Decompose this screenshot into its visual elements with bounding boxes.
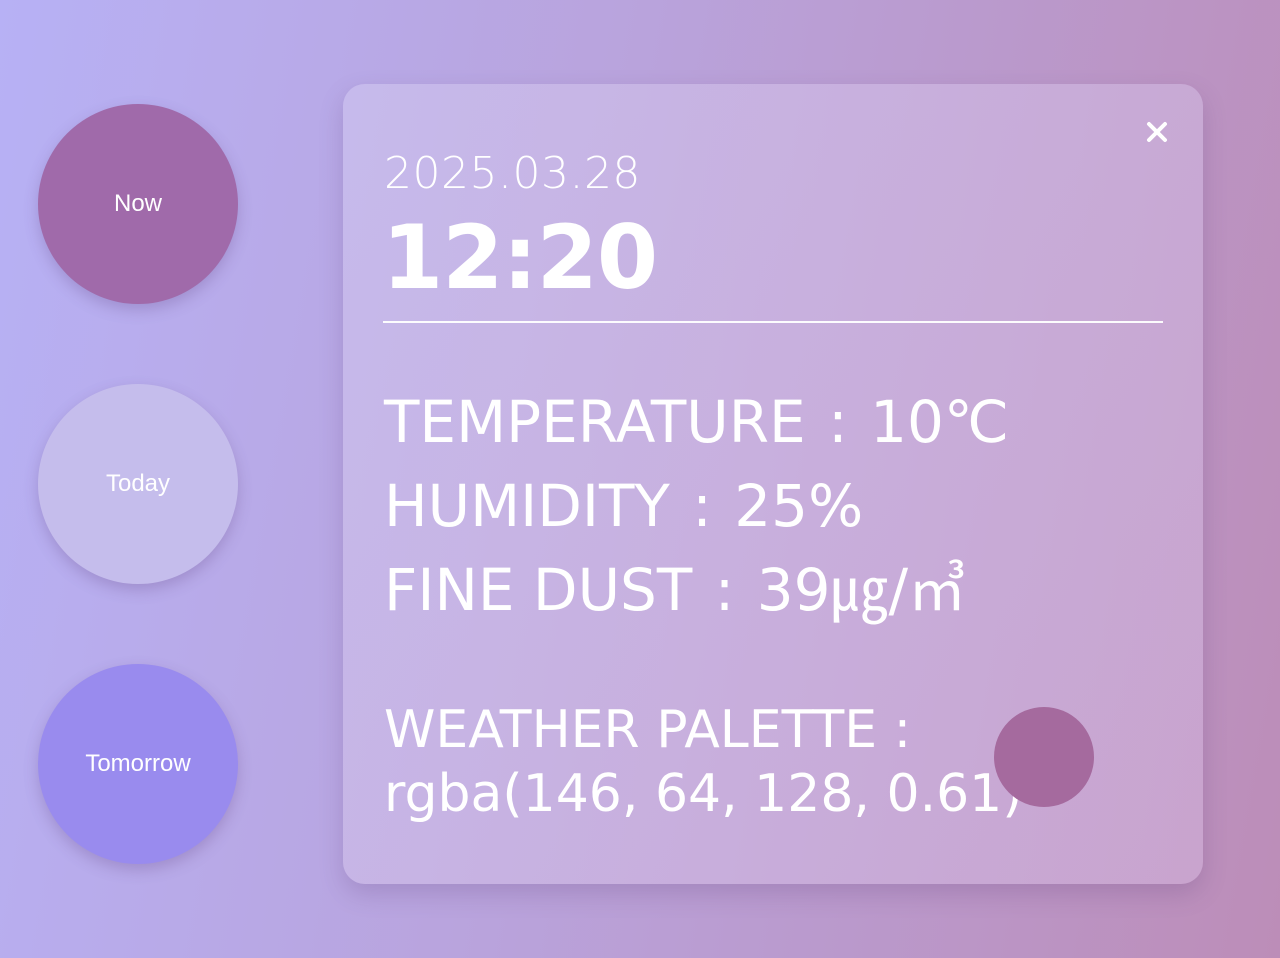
date-text: 2025.03.28 [384, 148, 641, 199]
temperature-separator: : [828, 388, 848, 456]
divider [383, 321, 1163, 323]
fine-dust-value: 39㎍/㎥ [756, 556, 967, 624]
time-text: 12:20 [382, 206, 658, 309]
temperature-row: TEMPERATURE : 10℃ [384, 380, 1009, 464]
fine-dust-separator: : [714, 556, 735, 624]
humidity-value: 25% [734, 472, 864, 540]
temperature-value: 10℃ [870, 388, 1010, 456]
palette-label: WEATHER PALETTE : [384, 700, 912, 760]
tab-tomorrow-label: Tomorrow [85, 750, 191, 777]
humidity-row: HUMIDITY : 25% [384, 464, 1009, 548]
tab-now-label: Now [113, 190, 162, 217]
humidity-separator: : [692, 472, 712, 540]
temperature-label: TEMPERATURE [384, 388, 806, 456]
weather-palette: WEATHER PALETTE : rgba(146, 64, 128, 0.6… [384, 698, 1023, 826]
tab-today-label: Today [105, 470, 171, 497]
tab-today[interactable]: Today [38, 384, 238, 584]
palette-value: rgba(146, 64, 128, 0.61) [384, 764, 1023, 824]
tab-now[interactable]: Now [38, 104, 238, 304]
fine-dust-label: FINE DUST [384, 556, 693, 624]
close-icon [1147, 122, 1167, 142]
close-button[interactable] [1139, 114, 1175, 150]
palette-swatch [994, 707, 1094, 807]
weather-metrics: TEMPERATURE : 10℃ HUMIDITY : 25% FINE DU… [384, 380, 1009, 632]
fine-dust-row: FINE DUST : 39㎍/㎥ [384, 548, 1009, 632]
weather-card: 2025.03.28 12:20 TEMPERATURE : 10℃ HUMID… [343, 84, 1203, 884]
humidity-label: HUMIDITY [384, 472, 670, 540]
tab-tomorrow[interactable]: Tomorrow [38, 664, 238, 864]
